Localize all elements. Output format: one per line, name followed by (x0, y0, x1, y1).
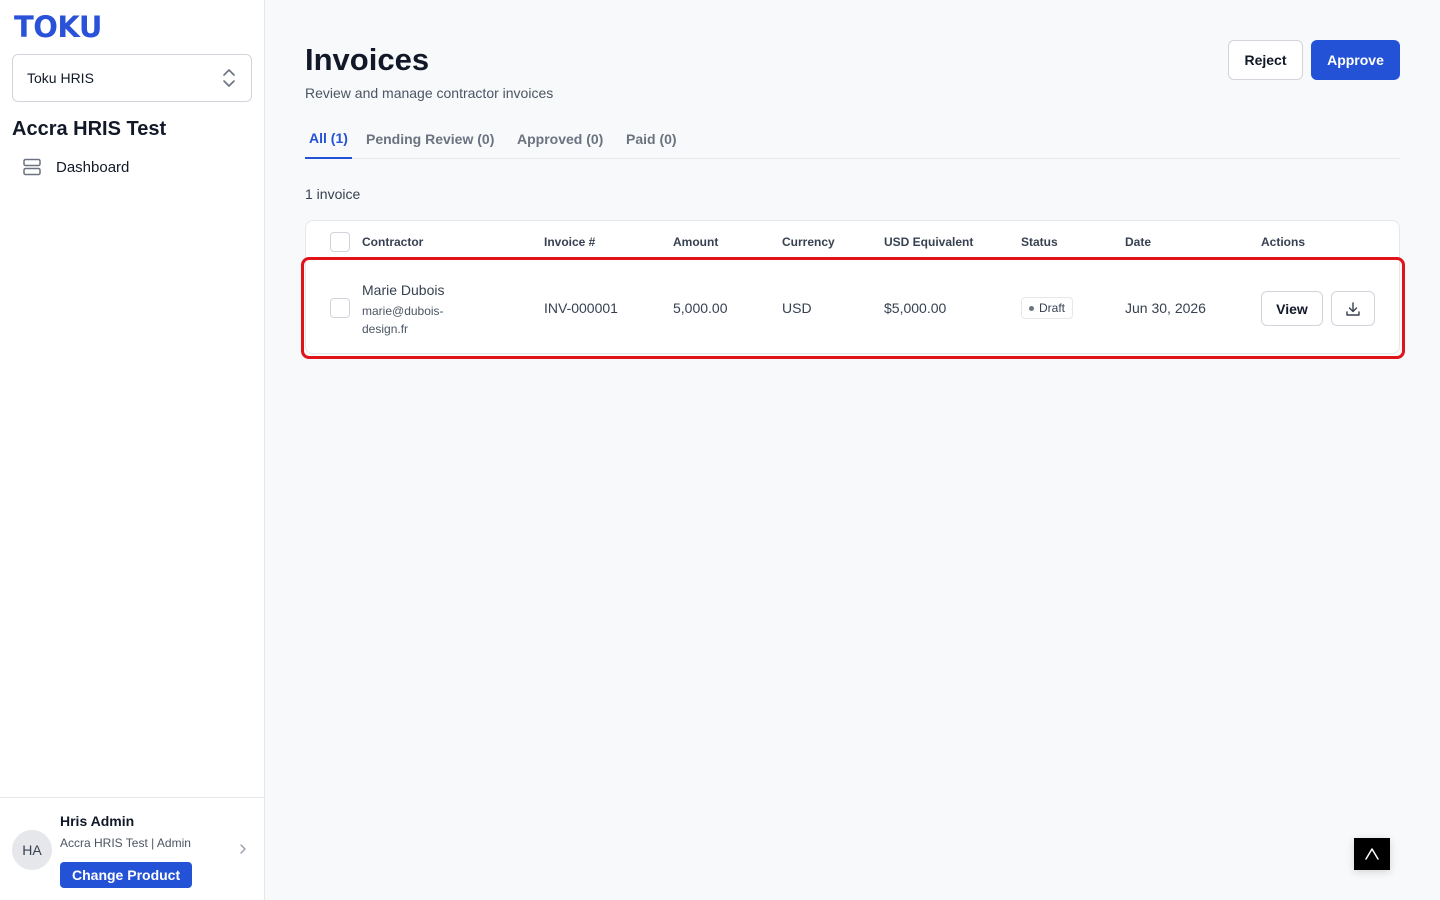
status-label: Draft (1039, 301, 1066, 315)
usd-equivalent: $5,000.00 (884, 300, 947, 316)
sidebar-item-label: Dashboard (56, 158, 130, 176)
contractor-email: marie@dubois-design.fr (362, 304, 444, 336)
tab-approved[interactable]: Approved (0) (517, 120, 603, 159)
avatar: HA (12, 830, 52, 870)
column-header-usd-equivalent[interactable]: USD Equivalent (884, 235, 973, 249)
column-header-invoice-number[interactable]: Invoice # (544, 235, 595, 249)
tab-pending-review[interactable]: Pending Review (0) (366, 120, 494, 159)
product-select-value: Toku HRIS (27, 70, 94, 86)
sidebar: TOKU Toku HRIS Accra HRIS Test Dashboard… (0, 0, 265, 900)
chevron-up-down-icon (223, 69, 235, 87)
contractor-name: Marie Dubois (362, 282, 445, 298)
tab-paid[interactable]: Paid (0) (626, 120, 677, 159)
row-checkbox[interactable] (330, 298, 350, 318)
change-product-button[interactable]: Change Product (60, 862, 193, 888)
sidebar-item-dashboard[interactable]: Dashboard (12, 152, 252, 182)
invoice-count: 1 invoice (305, 186, 361, 202)
status-dot-icon (1029, 305, 1034, 311)
column-header-actions: Actions (1261, 235, 1306, 249)
invoice-date: Jun 30, 2026 (1125, 300, 1206, 316)
product-select[interactable]: Toku HRIS (12, 54, 252, 102)
user-name: Hris Admin (60, 813, 135, 829)
invoice-amount: 5,000.00 (673, 300, 728, 316)
org-name: Accra HRIS Test (12, 118, 167, 140)
download-button[interactable] (1331, 291, 1375, 326)
column-header-contractor[interactable]: Contractor (362, 235, 423, 249)
reject-button[interactable]: Reject (1228, 40, 1303, 80)
user-block: HA Hris Admin Accra HRIS Test | Admin Ch… (0, 797, 265, 900)
tab-all[interactable]: All (1) (305, 120, 352, 159)
column-header-amount[interactable]: Amount (673, 235, 718, 249)
invoices-table: Contractor Invoice # Amount Currency USD… (305, 220, 1400, 354)
approve-button[interactable]: Approve (1311, 40, 1400, 80)
view-button[interactable]: View (1261, 291, 1323, 326)
column-header-currency[interactable]: Currency (782, 235, 835, 249)
server-stack-icon (23, 158, 41, 176)
tab-bar: All (1) Pending Review (0) Approved (0) … (305, 120, 1400, 159)
column-header-date[interactable]: Date (1125, 235, 1151, 249)
status-badge: Draft (1021, 297, 1074, 319)
caret-up-icon (1365, 848, 1379, 860)
select-all-checkbox[interactable] (330, 232, 350, 252)
download-icon (1346, 301, 1360, 316)
invoice-currency: USD (782, 300, 812, 316)
scroll-to-top-button[interactable] (1354, 838, 1390, 870)
invoice-number: INV-000001 (544, 300, 618, 316)
page-subtitle: Review and manage contractor invoices (305, 85, 554, 101)
column-header-status[interactable]: Status (1021, 235, 1058, 249)
user-org-role: Accra HRIS Test | Admin (60, 836, 191, 850)
page-title: Invoices (305, 42, 430, 77)
chevron-right-icon[interactable] (237, 842, 249, 856)
toku-logo[interactable]: TOKU (14, 10, 102, 44)
